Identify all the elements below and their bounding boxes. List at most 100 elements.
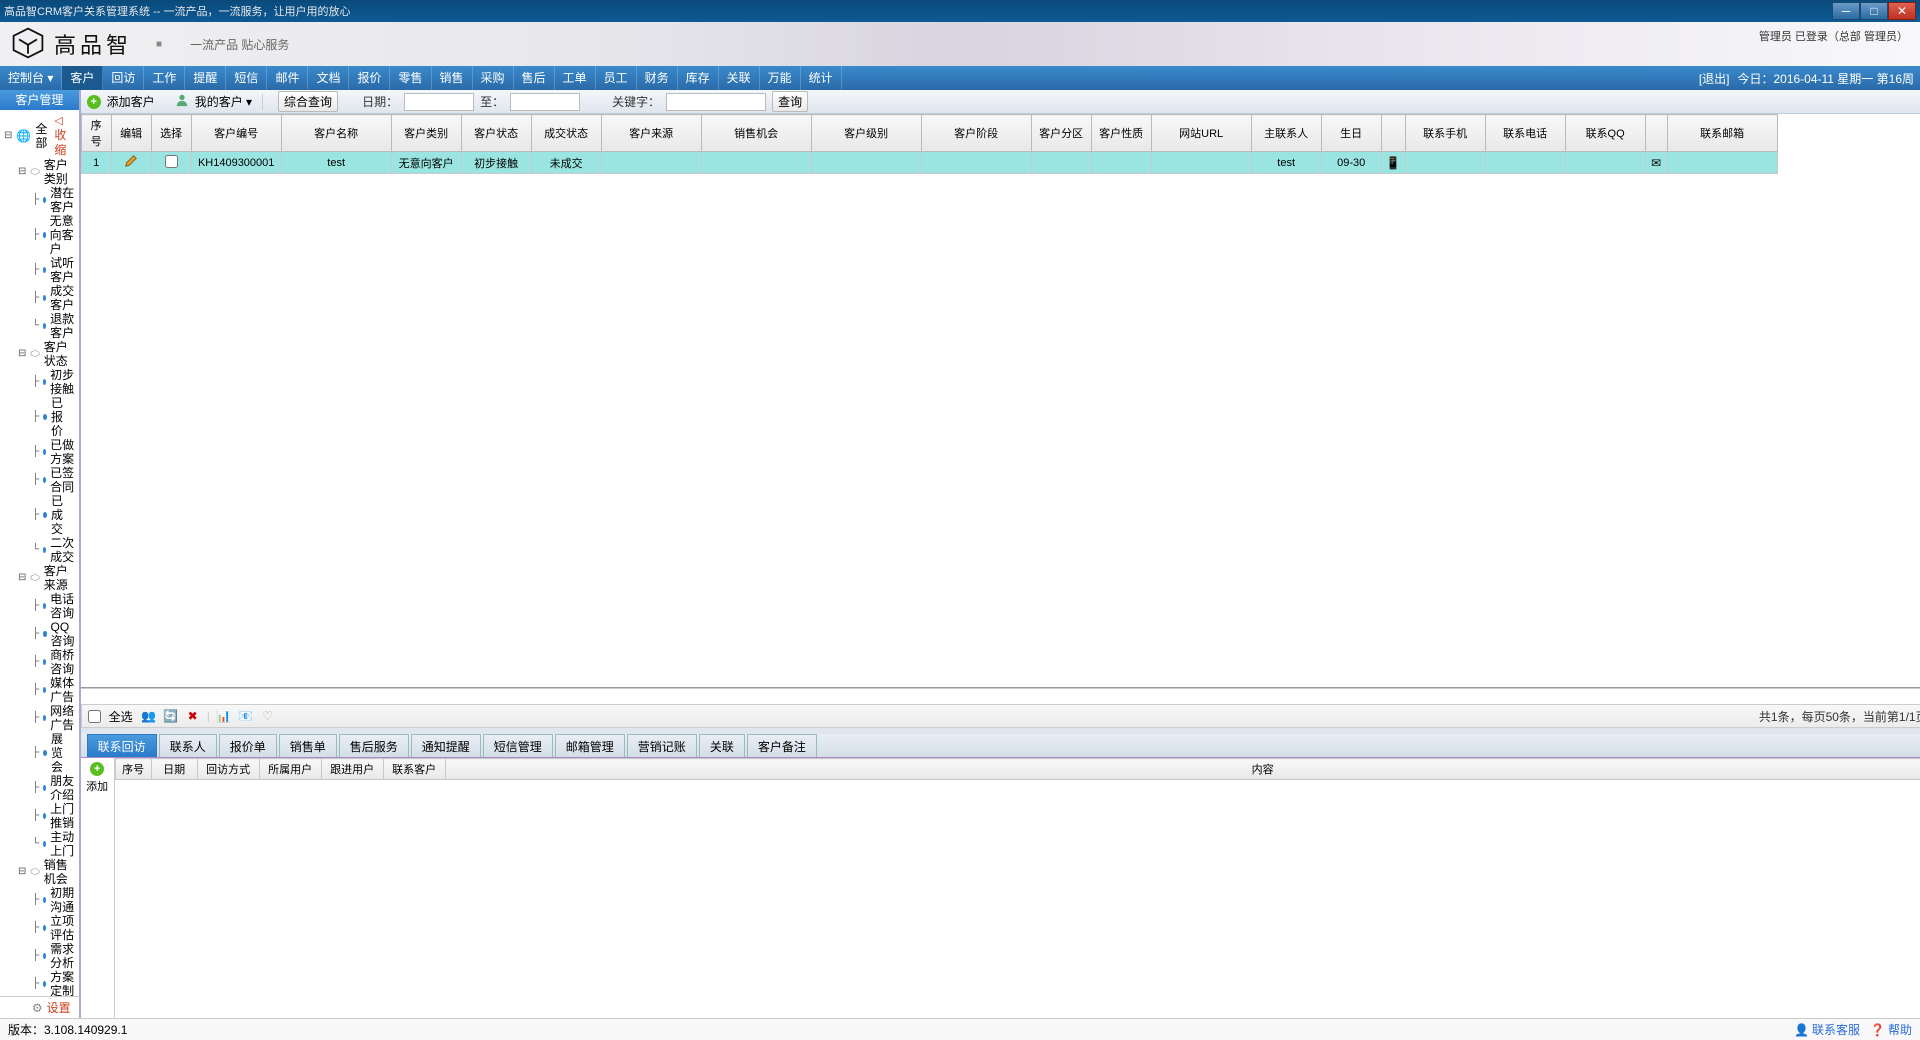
sub-tab-1[interactable]: 联系人 — [159, 734, 217, 757]
col-header[interactable]: 客户级别 — [811, 115, 921, 152]
tree-leaf[interactable]: ├已签合同 — [32, 466, 75, 494]
add-customer-button[interactable]: 添加客户 — [107, 93, 155, 110]
tree-leaf[interactable]: ├网络广告 — [32, 704, 75, 732]
sub-tab-6[interactable]: 短信管理 — [483, 734, 553, 757]
sub-tab-2[interactable]: 报价单 — [219, 734, 277, 757]
col-header[interactable]: 联系电话 — [1485, 115, 1565, 152]
col-header[interactable]: 成交状态 — [531, 115, 601, 152]
window-close-button[interactable]: ✕ — [1888, 2, 1916, 20]
sub-col-header[interactable]: 跟进用户 — [321, 759, 383, 780]
tree-leaf[interactable]: ├媒体广告 — [32, 676, 75, 704]
menu-item-6[interactable]: 邮件 — [267, 66, 308, 90]
composite-query-button[interactable]: 综合查询 — [278, 91, 338, 112]
col-header[interactable]: 序号 — [81, 115, 111, 152]
sub-tab-9[interactable]: 关联 — [699, 734, 745, 757]
grid-hscroll[interactable] — [81, 688, 1920, 704]
menu-item-19[interactable]: 统计 — [801, 66, 842, 90]
tree-leaf[interactable]: ├立项评估 — [32, 914, 75, 942]
col-header[interactable]: 选择 — [151, 115, 191, 152]
menu-item-13[interactable]: 工单 — [555, 66, 596, 90]
tree-root-label[interactable]: 全部 — [35, 122, 50, 150]
sub-tab-5[interactable]: 通知提醒 — [411, 734, 481, 757]
date-from-input[interactable] — [404, 93, 474, 111]
tree-leaf[interactable]: ├已做方案 — [32, 438, 75, 466]
action-icon-2[interactable]: 🔄 — [163, 708, 179, 724]
my-customer-dropdown[interactable]: 我的客户 ▾ — [195, 93, 252, 110]
date-to-input[interactable] — [510, 93, 580, 111]
tree-root-expander[interactable]: ⊟ — [4, 129, 12, 143]
col-header[interactable]: 客户编号 — [191, 115, 281, 152]
action-icon-6[interactable]: ♡ — [260, 708, 276, 724]
menu-item-8[interactable]: 报价 — [349, 66, 390, 90]
col-header[interactable]: 网站URL — [1151, 115, 1251, 152]
menu-item-4[interactable]: 提醒 — [185, 66, 226, 90]
col-header[interactable]: 客户状态 — [461, 115, 531, 152]
tree-leaf[interactable]: ├潜在客户 — [32, 186, 75, 214]
tree-leaf[interactable]: ├初步接触 — [32, 368, 75, 396]
sub-col-header[interactable]: 序号 — [115, 759, 151, 780]
tree-leaf[interactable]: └退款客户 — [32, 312, 75, 340]
tree-leaf[interactable]: ├方案定制 — [32, 970, 75, 996]
contact-support-link[interactable]: 👤联系客服 — [1794, 1021, 1860, 1038]
sub-tab-0[interactable]: 联系回访 — [87, 734, 157, 757]
action-icon-1[interactable]: 👥 — [141, 708, 157, 724]
tree-leaf[interactable]: ├QQ咨询 — [32, 620, 75, 648]
sub-tab-4[interactable]: 售后服务 — [339, 734, 409, 757]
sub-col-header[interactable]: 回访方式 — [197, 759, 259, 780]
menu-item-5[interactable]: 短信 — [226, 66, 267, 90]
col-header[interactable]: 客户分区 — [1031, 115, 1091, 152]
menu-item-0[interactable]: 控制台 ▾ — [0, 66, 62, 90]
tree-leaf[interactable]: ├电话咨询 — [32, 592, 75, 620]
edit-icon[interactable] — [124, 154, 138, 168]
col-header[interactable] — [1381, 115, 1405, 152]
menu-item-3[interactable]: 工作 — [144, 66, 185, 90]
tree-group[interactable]: ⊟⬭客户类别 — [18, 158, 75, 186]
menu-item-7[interactable]: 文档 — [308, 66, 349, 90]
tree-leaf[interactable]: ├无意向客户 — [32, 214, 75, 256]
col-header[interactable]: 联系QQ — [1565, 115, 1645, 152]
sub-tab-10[interactable]: 客户备注 — [747, 734, 817, 757]
sub-col-header[interactable]: 联系客户 — [383, 759, 445, 780]
col-header[interactable]: 客户类别 — [391, 115, 461, 152]
tree-expander[interactable]: ⊟ — [18, 165, 26, 179]
search-button[interactable]: 查询 — [772, 91, 808, 112]
tree-expander[interactable]: ⊟ — [18, 571, 26, 585]
tree-leaf[interactable]: ├展览会 — [32, 732, 75, 774]
menu-item-2[interactable]: 回访 — [103, 66, 144, 90]
tree-expander[interactable]: ⊟ — [18, 865, 26, 879]
tree-group[interactable]: ⊟⬭客户来源 — [18, 564, 75, 592]
sidebar-settings[interactable]: ⚙ 设置 — [0, 996, 79, 1018]
tree-leaf[interactable]: ├试听客户 — [32, 256, 75, 284]
tree-group[interactable]: ⊟⬭销售机会 — [18, 858, 75, 886]
menu-item-9[interactable]: 零售 — [390, 66, 431, 90]
tree-leaf[interactable]: ├已成交 — [32, 494, 75, 536]
tree-leaf[interactable]: └二次成交 — [32, 536, 75, 564]
menu-item-15[interactable]: 财务 — [637, 66, 678, 90]
sub-tab-8[interactable]: 营销记账 — [627, 734, 697, 757]
col-header[interactable]: 客户名称 — [281, 115, 391, 152]
tree-expander[interactable]: ⊟ — [18, 347, 26, 361]
action-icon-4[interactable]: 📊 — [216, 708, 232, 724]
tree-leaf[interactable]: ├上门推销 — [32, 802, 75, 830]
sub-col-header[interactable]: 所属用户 — [259, 759, 321, 780]
tree-leaf[interactable]: ├需求分析 — [32, 942, 75, 970]
action-icon-3[interactable]: ✖ — [185, 708, 201, 724]
tree-leaf[interactable]: ├朋友介绍 — [32, 774, 75, 802]
tree-group[interactable]: ⊟⬭客户状态 — [18, 340, 75, 368]
sub-tab-3[interactable]: 销售单 — [279, 734, 337, 757]
sub-tab-7[interactable]: 邮箱管理 — [555, 734, 625, 757]
menu-item-11[interactable]: 采购 — [473, 66, 514, 90]
col-header[interactable]: 客户阶段 — [921, 115, 1031, 152]
sub-col-header[interactable]: 内容 — [445, 759, 1920, 780]
col-header[interactable]: 编辑 — [111, 115, 151, 152]
phone-icon[interactable]: 📱 — [1386, 156, 1401, 170]
col-header[interactable]: 主联系人 — [1251, 115, 1321, 152]
col-header[interactable]: 联系邮箱 — [1667, 115, 1777, 152]
window-minimize-button[interactable]: ─ — [1832, 2, 1860, 20]
tree-leaf[interactable]: ├已报价 — [32, 396, 75, 438]
menu-item-10[interactable]: 销售 — [432, 66, 473, 90]
col-header[interactable]: 生日 — [1321, 115, 1381, 152]
sub-add-button[interactable]: + — [90, 762, 104, 776]
table-row[interactable]: 1KH1409300001test无意向客户初步接触未成交test09-30📱✉ — [81, 152, 1777, 174]
tree-leaf[interactable]: └主动上门 — [32, 830, 75, 858]
